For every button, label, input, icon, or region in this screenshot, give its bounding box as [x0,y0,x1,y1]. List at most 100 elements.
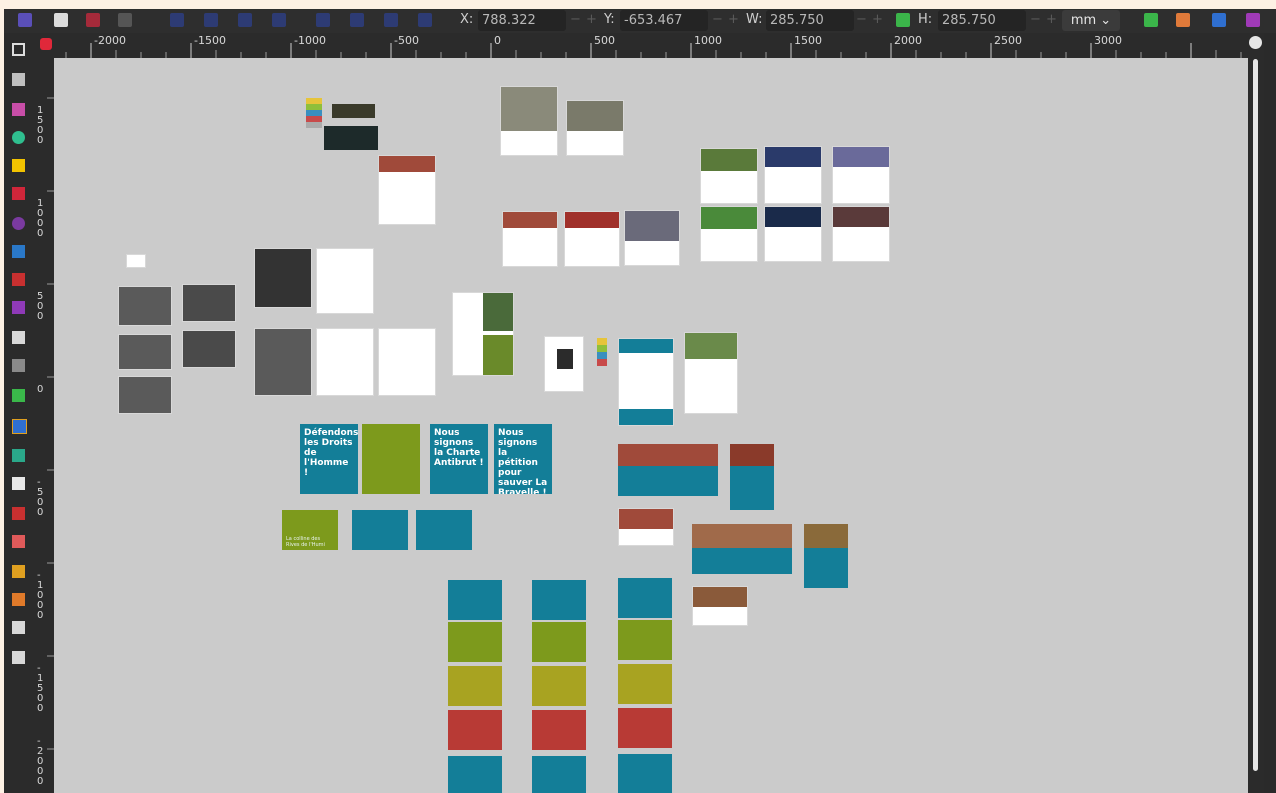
campaign-card[interactable]: La colline des Rives de l'Humi [282,510,338,550]
campaign-card[interactable]: Défendons les Droits de l'Homme ! [300,424,358,494]
step-card[interactable] [618,664,672,704]
y-plus-button[interactable]: + [728,12,739,27]
poster-card[interactable] [700,206,758,262]
dropper-tool-icon[interactable] [12,477,25,490]
h-field[interactable]: 285.750 [938,10,1026,31]
step-card[interactable] [448,710,502,750]
connector-tool-icon[interactable] [12,507,25,520]
eraser-tool-icon[interactable] [12,535,25,548]
selector-tool-icon[interactable] [12,43,25,56]
photo-card[interactable] [182,330,236,368]
raise-icon[interactable] [238,13,252,27]
drawing-canvas[interactable]: Défendons les Droits de l'Homme ! Nous s… [54,58,1248,793]
poster-card[interactable] [624,210,680,266]
vertical-ruler[interactable]: 1500 1000 500 0 -500 -1000 -1500 -2000 [34,58,54,793]
move-gradients-icon[interactable] [1212,13,1226,27]
photo-thumbnail[interactable] [332,104,375,118]
event-card[interactable] [804,524,848,588]
dock-handle[interactable] [1264,33,1276,793]
x-minus-button[interactable]: − [570,12,581,27]
x-field[interactable]: 788.322 [478,10,566,31]
scroll-lock-icon[interactable] [1249,36,1262,49]
poster-card[interactable] [700,148,758,204]
photo-card[interactable] [254,328,312,396]
rotate-icon[interactable] [118,13,132,27]
tweak-tool-icon[interactable] [12,389,25,402]
w-plus-button[interactable]: + [872,12,883,27]
horizontal-ruler[interactable]: -2000 -1500 -1000 -500 0 500 1000 1500 2… [54,33,1248,58]
step-card[interactable] [532,710,586,750]
move-patterns-icon[interactable] [1246,13,1260,27]
poster-card[interactable] [566,100,624,156]
step-card[interactable] [532,756,586,793]
step-card[interactable] [618,620,672,660]
spray-tool-icon[interactable] [12,359,25,372]
event-card[interactable] [692,524,792,574]
photo-card[interactable] [118,376,172,414]
y-minus-button[interactable]: − [712,12,723,27]
leaflet-card[interactable] [452,292,514,376]
campaign-card[interactable]: Nous signons la pétition pour sauver La … [494,424,552,494]
step-card[interactable] [448,580,502,620]
y-field[interactable]: -653.467 [620,10,708,31]
small-label[interactable] [126,254,146,268]
step-card[interactable] [618,754,672,793]
gradient-tool-icon[interactable] [12,419,27,434]
leaflet-card[interactable] [378,155,436,225]
photo-card[interactable] [118,334,172,370]
w-field[interactable]: 285.750 [766,10,854,31]
step-card[interactable] [448,756,502,793]
poster-card[interactable] [832,146,890,204]
event-card[interactable] [692,586,748,626]
leaflet-card[interactable] [618,338,674,426]
poster-card[interactable] [502,211,558,267]
scale-stroke-icon[interactable] [1144,13,1158,27]
spiral-tool-icon[interactable] [12,217,25,230]
lock-guides-icon[interactable] [40,38,52,50]
star-tool-icon[interactable] [12,159,25,172]
measure-tool-icon[interactable] [12,593,25,606]
unit-select[interactable]: mm ⌄ [1062,10,1120,31]
step-card[interactable] [448,622,502,662]
poster-card[interactable] [316,248,374,314]
raise-to-top-icon[interactable] [316,13,330,27]
text-tool-icon[interactable] [12,331,25,344]
pen-tool-icon[interactable] [12,245,25,258]
photo-card[interactable] [182,284,236,322]
zoom-tool-icon[interactable] [12,621,25,634]
event-card[interactable] [618,444,718,496]
x-plus-button[interactable]: + [586,12,597,27]
poster-card[interactable] [764,146,822,204]
poster-card[interactable] [316,328,374,396]
photo-card[interactable] [118,286,172,326]
pencil-tool-icon[interactable] [12,273,25,286]
rectangle-tool-icon[interactable] [12,103,25,116]
select-all-layers-icon[interactable] [54,13,68,27]
poster-card[interactable] [378,328,436,396]
step-card[interactable] [532,666,586,706]
step-card[interactable] [618,708,672,748]
poster-card[interactable] [564,211,620,267]
poster-card[interactable] [764,206,822,262]
ellipse-tool-icon[interactable] [12,131,25,144]
event-card[interactable] [618,508,674,546]
pages-tool-icon[interactable] [12,651,25,664]
lower-icon[interactable] [272,13,286,27]
color-swatch-strip[interactable] [597,338,607,366]
mesh-tool-icon[interactable] [12,449,25,462]
calligraphy-tool-icon[interactable] [12,301,25,314]
select-all-icon[interactable] [18,13,32,27]
campaign-card[interactable] [352,510,408,550]
lower-to-bottom-icon[interactable] [350,13,364,27]
paint-bucket-tool-icon[interactable] [12,565,25,578]
poster-card[interactable] [500,86,558,156]
h-minus-button[interactable]: − [1030,12,1041,27]
poster-card[interactable] [832,206,890,262]
leaflet-card[interactable] [684,332,738,414]
w-minus-button[interactable]: − [856,12,867,27]
photo-thumbnail[interactable] [324,126,378,150]
photo-card[interactable] [254,248,312,308]
h-plus-button[interactable]: + [1046,12,1057,27]
distribute-icon[interactable] [418,13,432,27]
deselect-icon[interactable] [86,13,100,27]
